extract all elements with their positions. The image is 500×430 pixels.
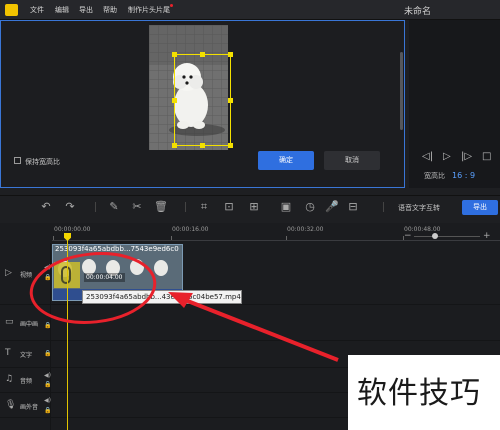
- video-lock-icon[interactable]: 🔒: [44, 274, 51, 281]
- aspect-ratio-value[interactable]: 16 : 9: [452, 171, 475, 180]
- voiceover-mute-icon[interactable]: ◀): [44, 397, 51, 404]
- trash-icon[interactable]: 🗑: [154, 200, 168, 214]
- text-track-label: 文字: [20, 352, 33, 359]
- ruler-label-16: 00:00:16.00: [172, 226, 209, 233]
- zoom-out-icon[interactable]: −: [404, 231, 412, 241]
- pen-icon[interactable]: ✎: [107, 200, 121, 214]
- crop-handle-top-right[interactable]: [228, 52, 233, 57]
- music-track-icon: ♫: [5, 374, 14, 384]
- video-track-icon: ▷: [5, 268, 12, 278]
- clip-tooltip: 253093f4a65abdbb...43e9ed6c04be57.mp4: [82, 290, 242, 304]
- play-icon[interactable]: ▷: [443, 151, 451, 162]
- toolbar-divider: [95, 202, 96, 212]
- menu-file[interactable]: 文件: [30, 5, 44, 15]
- clip-edit-icon[interactable]: [61, 266, 71, 284]
- voiceover-track-label: 画外音: [20, 404, 39, 411]
- crop-handle-right[interactable]: [228, 98, 233, 103]
- pip-lock-icon[interactable]: 🔒: [44, 322, 51, 329]
- redo-icon[interactable]: ↷: [63, 200, 77, 214]
- cancel-button[interactable]: 取消: [324, 151, 380, 170]
- speech-to-text-button[interactable]: 语音文字互转: [398, 203, 440, 213]
- ruler-label-32: 00:00:32.00: [287, 226, 324, 233]
- pip-track-icon: ▭: [5, 317, 14, 327]
- playhead-line: [67, 236, 68, 430]
- crop-handle-left[interactable]: [172, 98, 177, 103]
- text-track-icon: T: [5, 348, 11, 358]
- audio-track-label: 音频: [20, 378, 33, 385]
- menu-edit[interactable]: 编辑: [55, 5, 69, 15]
- zoom-slider-track[interactable]: [414, 236, 480, 237]
- app-logo-icon: [5, 4, 18, 16]
- preview-panel: [409, 20, 500, 188]
- crop-scrollbar[interactable]: [400, 52, 403, 130]
- crop-handle-bottom-left[interactable]: [172, 143, 177, 148]
- pip-track-label: 画中画: [20, 321, 39, 328]
- crop-handle-top-left[interactable]: [172, 52, 177, 57]
- screen-icon[interactable]: ⊟: [346, 200, 360, 214]
- window-title: 未命名: [404, 7, 432, 17]
- ruler-label-0: 00:00:00.00: [54, 226, 91, 233]
- clip-duration: 00:00:04.00: [84, 273, 125, 282]
- mosaic-icon[interactable]: ⊞: [247, 200, 261, 214]
- zoom-in-icon[interactable]: +: [483, 231, 491, 241]
- text-lock-icon[interactable]: 🔒: [44, 350, 51, 357]
- keep-ratio-label: 保持宽高比: [25, 158, 60, 166]
- crop-handle-bottom-right[interactable]: [228, 143, 233, 148]
- scissors-icon[interactable]: ✂: [130, 200, 144, 214]
- crop-handle-bottom[interactable]: [200, 143, 205, 148]
- video-mute-icon[interactable]: ◀): [44, 264, 51, 271]
- toolbar-divider: [185, 202, 186, 212]
- freeze-frame-icon[interactable]: ▣: [279, 200, 293, 214]
- microphone-icon[interactable]: 🎤: [325, 200, 339, 214]
- undo-icon[interactable]: ↶: [39, 200, 53, 214]
- zoom-slider-thumb[interactable]: [432, 233, 438, 239]
- crop-handle-top[interactable]: [200, 52, 205, 57]
- ruler-baseline: [52, 240, 500, 241]
- toolbar-divider: [383, 202, 384, 212]
- resize-icon[interactable]: ⊡: [222, 200, 236, 214]
- confirm-button[interactable]: 确定: [258, 151, 314, 170]
- clip-filename: 253093f4a65abdbb...7543e9ed6c0: [55, 245, 179, 253]
- voiceover-lock-icon[interactable]: 🔒: [44, 407, 51, 414]
- aspect-ratio-label: 宽高比: [424, 172, 445, 180]
- prev-frame-icon[interactable]: ◁|: [422, 151, 433, 162]
- audio-mute-icon[interactable]: ◀): [44, 372, 51, 379]
- menu-notification-dot: [170, 4, 173, 7]
- audio-lock-icon[interactable]: 🔒: [44, 381, 51, 388]
- next-frame-icon[interactable]: |▷: [461, 151, 472, 162]
- menu-help[interactable]: 帮助: [103, 5, 117, 15]
- pip-track-row: [0, 305, 500, 341]
- stop-icon[interactable]: □: [482, 151, 491, 162]
- crop-icon[interactable]: ⌗: [197, 200, 211, 214]
- watermark-text: 软件技巧: [357, 376, 481, 411]
- crop-selection-box[interactable]: [174, 54, 231, 146]
- mic-track-icon: 🎙: [5, 400, 17, 410]
- video-track-label: 视频: [20, 272, 33, 279]
- clock-icon[interactable]: ◷: [303, 200, 317, 214]
- menu-intro-outro[interactable]: 制作片头片尾: [128, 5, 170, 15]
- keep-ratio-checkbox[interactable]: [14, 157, 21, 164]
- export-button[interactable]: 导出: [462, 200, 498, 215]
- menu-export[interactable]: 导出: [79, 5, 93, 15]
